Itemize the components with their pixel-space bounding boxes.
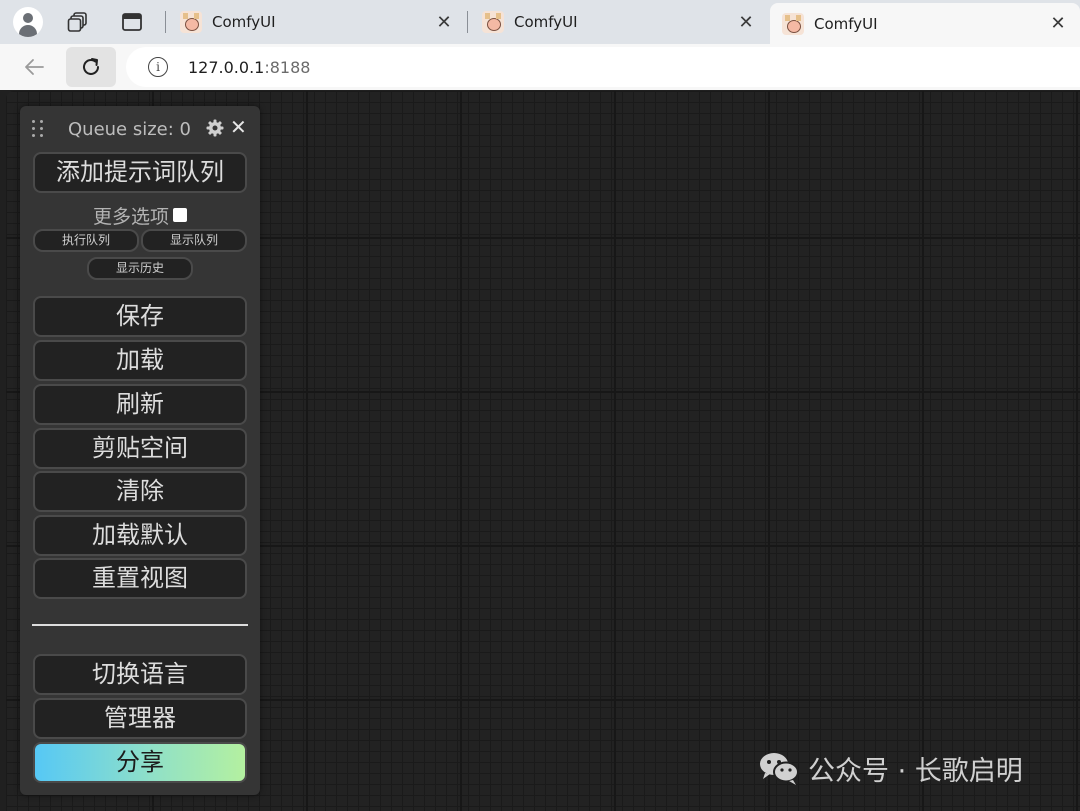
close-icon[interactable]: ✕ bbox=[230, 115, 247, 139]
tab-separator bbox=[165, 11, 166, 33]
tab-title: ComfyUI bbox=[814, 14, 878, 33]
watermark-text: 公众号 · 长歌启明 bbox=[808, 755, 1023, 787]
queue-size-label: Queue size: 0 bbox=[68, 119, 191, 140]
clipspace-button[interactable]: 剪贴空间 bbox=[33, 428, 247, 469]
watermark: 公众号 · 长歌启明 bbox=[758, 748, 1023, 788]
comfy-menu-panel: Queue size: 0 ✕ 添加提示词队列 更多选项 执行队列 显示队列 显… bbox=[20, 106, 260, 795]
load-default-button[interactable]: 加载默认 bbox=[33, 515, 247, 556]
workspaces-icon[interactable] bbox=[62, 6, 94, 38]
clear-button[interactable]: 清除 bbox=[33, 471, 247, 512]
browser-toolbar: i 127.0.0.1:8188 bbox=[0, 44, 1080, 90]
queue-prompt-button[interactable]: 添加提示词队列 bbox=[33, 152, 247, 193]
back-arrow-icon[interactable] bbox=[18, 51, 50, 83]
view-queue-button[interactable]: 执行队列 bbox=[33, 229, 139, 252]
load-button[interactable]: 加载 bbox=[33, 340, 247, 381]
tab-title: ComfyUI bbox=[514, 13, 578, 31]
address-bar[interactable]: i 127.0.0.1:8188 bbox=[126, 47, 1080, 87]
tab-comfyui-2[interactable]: ComfyUI ✕ bbox=[470, 4, 768, 40]
reload-icon[interactable] bbox=[66, 47, 116, 87]
manager-button[interactable]: 管理器 bbox=[33, 698, 247, 739]
share-button[interactable]: 分享 bbox=[33, 742, 247, 783]
vertical-tabs-icon[interactable] bbox=[116, 6, 148, 38]
url-port: :8188 bbox=[264, 57, 311, 77]
drag-handle-icon[interactable] bbox=[32, 120, 46, 138]
comfyui-favicon-icon bbox=[482, 11, 504, 33]
show-queue-button[interactable]: 显示队列 bbox=[141, 229, 247, 252]
profile-icon[interactable] bbox=[12, 6, 44, 38]
tab-separator bbox=[467, 11, 468, 33]
url-host: 127.0.0.1 bbox=[188, 57, 265, 77]
more-options-row: 更多选项 bbox=[20, 202, 260, 229]
switch-language-button[interactable]: 切换语言 bbox=[33, 654, 247, 695]
tab-close-icon[interactable]: ✕ bbox=[736, 12, 756, 33]
tab-comfyui-1[interactable]: ComfyUI ✕ bbox=[168, 4, 466, 40]
more-options-label: 更多选项 bbox=[92, 206, 169, 228]
reset-view-button[interactable]: 重置视图 bbox=[33, 558, 247, 599]
tab-close-icon[interactable]: ✕ bbox=[434, 12, 454, 33]
tab-comfyui-3-active[interactable]: ComfyUI ✕ bbox=[770, 3, 1080, 44]
refresh-button[interactable]: 刷新 bbox=[33, 384, 247, 425]
browser-tab-strip: ComfyUI ✕ ComfyUI ✕ ComfyUI ✕ bbox=[0, 0, 1080, 44]
save-button[interactable]: 保存 bbox=[33, 296, 247, 337]
gear-icon[interactable] bbox=[206, 119, 224, 137]
more-options-checkbox[interactable] bbox=[173, 208, 187, 222]
comfyui-favicon-icon bbox=[782, 12, 804, 35]
tab-close-icon[interactable]: ✕ bbox=[1048, 13, 1068, 34]
tab-title: ComfyUI bbox=[212, 13, 276, 31]
wechat-icon bbox=[760, 753, 799, 785]
show-history-button[interactable]: 显示历史 bbox=[87, 257, 193, 280]
comfyui-favicon-icon bbox=[180, 11, 202, 33]
info-icon[interactable]: i bbox=[148, 57, 168, 77]
menu-divider bbox=[32, 624, 248, 626]
